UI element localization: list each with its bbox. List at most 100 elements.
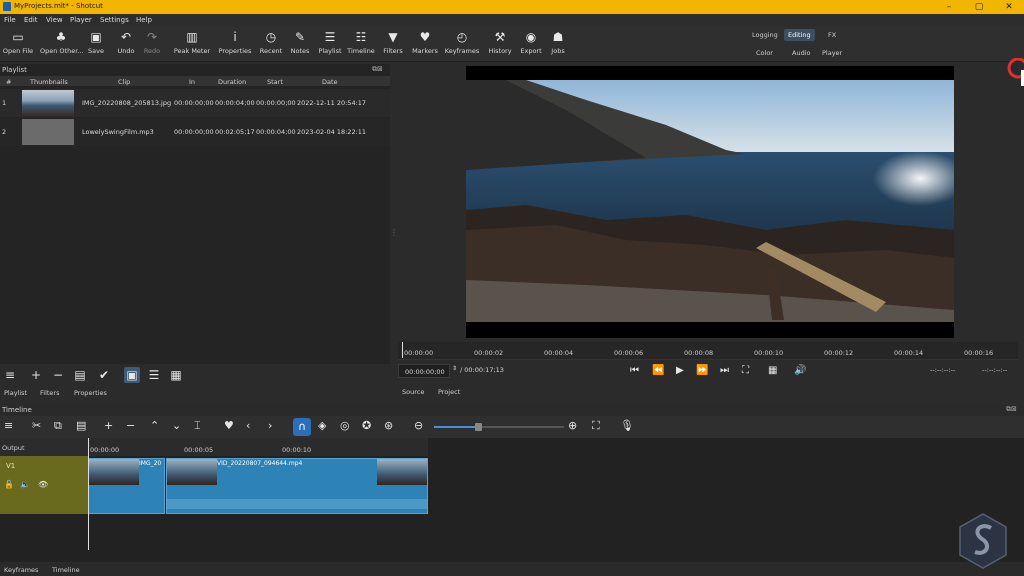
history-button[interactable]: ⚒ History <box>486 30 514 60</box>
col-clip[interactable]: Clip <box>118 78 130 86</box>
mute-icon[interactable]: 🔈 <box>20 480 30 489</box>
menu-settings[interactable]: Settings <box>100 16 129 24</box>
skip-to-start-icon[interactable]: ⏮ <box>630 365 639 376</box>
tab-filters[interactable]: Filters <box>40 389 59 397</box>
keyframes-button[interactable]: ◴ Keyframes <box>444 30 480 60</box>
previous-marker-icon[interactable]: ‹ <box>246 419 250 432</box>
ripple-all-icon[interactable]: ✪ <box>362 419 371 432</box>
menu-file[interactable]: File <box>4 16 16 24</box>
filters-button[interactable]: ▼ Filters <box>380 30 406 60</box>
tab-properties[interactable]: Properties <box>74 389 107 397</box>
remove-icon[interactable]: − <box>50 367 66 383</box>
zoom-in-icon[interactable]: ⊕ <box>568 419 577 432</box>
append-icon[interactable]: + <box>104 419 113 432</box>
add-icon[interactable]: + <box>28 367 44 383</box>
layout-color[interactable]: Color <box>752 47 777 59</box>
fast-forward-icon[interactable]: ⏩ <box>696 365 708 376</box>
paste-icon[interactable]: ▤ <box>76 419 86 432</box>
grid-icon[interactable]: ▦ <box>768 365 777 376</box>
v1-track-header[interactable]: V1 🔓 🔈 👁 <box>0 456 88 514</box>
play-icon[interactable]: ▶ <box>676 365 684 376</box>
menu-icon[interactable]: ≡ <box>4 419 13 432</box>
tab-project[interactable]: Project <box>438 388 460 396</box>
notes-button[interactable]: ✎ Notes <box>288 30 312 60</box>
grid-view-icon[interactable]: ▦ <box>168 367 184 383</box>
menu-edit[interactable]: Edit <box>24 16 38 24</box>
menu-player[interactable]: Player <box>70 16 92 24</box>
properties-button[interactable]: i Properties <box>216 30 254 60</box>
playlist-row[interactable]: 2 LowelySwingFilm.mp3 00:00:00;00 00:02:… <box>0 118 390 146</box>
player-ruler[interactable]: 00:00:00 00:00:02 00:00:04 00:00:06 00:0… <box>398 342 1018 360</box>
panel-float-icon[interactable]: ⧉⊠ <box>372 65 383 74</box>
zoom-fit-icon[interactable]: ⛶ <box>592 419 600 433</box>
playhead-marker[interactable] <box>402 342 403 358</box>
col-start[interactable]: Start <box>267 78 283 86</box>
minimize-button[interactable]: – <box>934 0 964 14</box>
scrub-icon[interactable]: ◈ <box>318 419 326 432</box>
timeline-ruler[interactable]: 00:00:00 00:00:05 00:00:10 <box>88 438 428 456</box>
zoom-slider[interactable] <box>434 423 564 431</box>
markers-button[interactable]: ♥ Markers <box>410 30 440 60</box>
remove-icon[interactable]: − <box>126 419 135 432</box>
layout-player[interactable]: Player <box>818 47 846 59</box>
video-viewer[interactable] <box>466 66 954 338</box>
eye-icon[interactable]: 👁 <box>38 480 48 489</box>
zoom-slider-handle[interactable] <box>475 423 482 431</box>
timeline-clip[interactable]: VID_20220807_094644.mp4 <box>166 458 428 514</box>
col-thumbnails[interactable]: Thumbnails <box>30 78 68 86</box>
layout-audio[interactable]: Audio <box>788 47 814 59</box>
open-other-button[interactable]: ♣ Open Other... <box>40 30 84 60</box>
col-in[interactable]: In <box>189 78 195 86</box>
peak-meter-button[interactable]: ▥ Peak Meter <box>172 30 212 60</box>
split-icon[interactable]: ⌶ <box>194 419 201 433</box>
panel-float-icon[interactable]: ⧉⊠ <box>1006 405 1017 414</box>
tab-timeline[interactable]: Timeline <box>52 566 80 574</box>
rewind-icon[interactable]: ⏪ <box>652 365 664 376</box>
layout-fx[interactable]: FX <box>824 29 840 41</box>
layout-editing[interactable]: Editing <box>784 29 815 41</box>
zoom-icon[interactable]: ⛶ <box>742 365 749 376</box>
timeline-button[interactable]: ☷ Timeline <box>346 30 376 60</box>
tab-keyframes[interactable]: Keyframes <box>4 566 38 574</box>
position-timecode-field[interactable]: 00:00:00;00 <box>398 364 450 378</box>
col-number[interactable]: # <box>6 78 11 86</box>
menu-help[interactable]: Help <box>136 16 152 24</box>
redo-button[interactable]: ↷ Redo <box>140 30 164 60</box>
open-file-button[interactable]: ▭ Open File <box>2 30 34 60</box>
timecode-spinner-icon[interactable]: ⇕ <box>452 365 457 372</box>
record-audio-icon[interactable]: 🎙 <box>620 419 634 432</box>
timeline-clip[interactable]: IMG_20 <box>88 458 165 514</box>
update-icon[interactable]: ▤ <box>72 367 88 383</box>
menu-view[interactable]: View <box>46 16 63 24</box>
zoom-out-icon[interactable]: ⊖ <box>414 419 423 432</box>
lock-icon[interactable]: 🔓 <box>4 480 14 489</box>
col-date[interactable]: Date <box>322 78 338 86</box>
playlist-button[interactable]: ☰ Playlist <box>316 30 344 60</box>
splitter-handle[interactable]: ⋮ <box>390 228 398 237</box>
snap-magnet-icon[interactable]: ∩ <box>293 418 311 436</box>
ripple-markers-icon[interactable]: ⊛ <box>384 419 393 432</box>
recent-button[interactable]: ◷ Recent <box>256 30 286 60</box>
export-button[interactable]: ◉ Export <box>518 30 544 60</box>
list-view-icon[interactable]: ☰ <box>146 367 162 383</box>
copy-icon[interactable]: ⧉ <box>54 419 62 433</box>
skip-to-end-icon[interactable]: ⏭ <box>720 365 729 376</box>
maximize-button[interactable]: ▢ <box>964 0 994 14</box>
next-marker-icon[interactable]: › <box>268 419 272 432</box>
tab-playlist[interactable]: Playlist <box>4 389 27 397</box>
marker-icon[interactable]: ♥ <box>224 419 234 432</box>
check-icon[interactable]: ✔ <box>96 367 112 383</box>
save-button[interactable]: ▣ Save <box>84 30 108 60</box>
col-duration[interactable]: Duration <box>218 78 246 86</box>
volume-icon[interactable]: 🔊 <box>794 365 806 376</box>
playlist-row[interactable]: 1 IMG_20220808_205813.jpg 00:00:00;00 00… <box>0 89 390 117</box>
tab-source[interactable]: Source <box>402 388 424 396</box>
undo-button[interactable]: ↶ Undo <box>114 30 138 60</box>
ripple-icon[interactable]: ◎ <box>340 419 350 432</box>
lift-icon[interactable]: ⌃ <box>150 419 159 432</box>
close-button[interactable]: ✕ <box>994 0 1024 14</box>
layout-logging[interactable]: Logging <box>748 29 782 41</box>
timeline-playhead[interactable] <box>88 438 89 550</box>
cut-icon[interactable]: ✂ <box>32 419 41 432</box>
details-view-icon[interactable]: ▣ <box>124 367 140 383</box>
